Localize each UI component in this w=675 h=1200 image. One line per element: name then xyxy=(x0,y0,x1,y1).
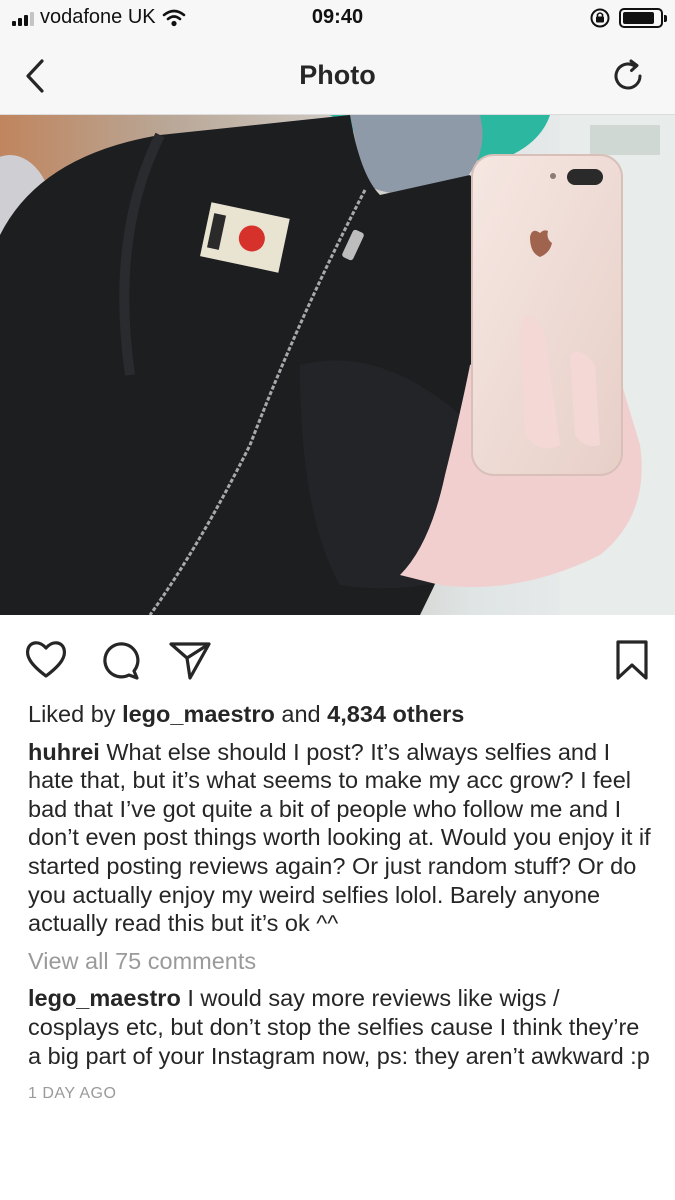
comment-username-link[interactable]: lego_maestro xyxy=(28,985,181,1011)
nav-bar: Photo xyxy=(0,38,675,115)
likes-prefix: Liked by xyxy=(28,701,123,727)
comment-item: lego_maestro I would say more reviews li… xyxy=(28,984,653,1070)
likes-others-link[interactable]: 4,834 others xyxy=(327,701,464,727)
status-bar: vodafone UK 09:40 xyxy=(0,0,675,38)
view-all-comments-link[interactable]: View all 75 comments xyxy=(28,947,653,976)
action-row xyxy=(0,630,675,690)
post-photo[interactable] xyxy=(0,115,675,615)
refresh-icon[interactable] xyxy=(609,56,649,96)
heart-icon[interactable] xyxy=(22,636,70,684)
likes-line: Liked by lego_maestro and 4,834 others xyxy=(28,700,653,729)
direct-share-icon[interactable] xyxy=(166,636,214,684)
battery-fill xyxy=(623,12,654,24)
caption: huhrei What else should I post? It’s alw… xyxy=(28,738,653,938)
bookmark-icon[interactable] xyxy=(608,636,656,684)
comment-icon[interactable] xyxy=(96,636,144,684)
likes-middle: and xyxy=(274,701,328,727)
page-title: Photo xyxy=(299,60,376,90)
liked-by-user-link[interactable]: lego_maestro xyxy=(122,701,275,727)
caption-text: What else should I post? It’s always sel… xyxy=(28,738,651,937)
selfie-photo xyxy=(0,115,675,615)
orientation-lock-icon xyxy=(590,8,610,28)
status-right xyxy=(589,7,667,29)
status-time: 09:40 xyxy=(311,6,364,28)
post-timestamp: 1 DAY AGO xyxy=(28,1085,117,1103)
battery-icon xyxy=(619,8,667,28)
post-details: Liked by lego_maestro and 4,834 others h… xyxy=(28,700,653,1109)
caption-username-link[interactable]: huhrei xyxy=(28,739,100,765)
